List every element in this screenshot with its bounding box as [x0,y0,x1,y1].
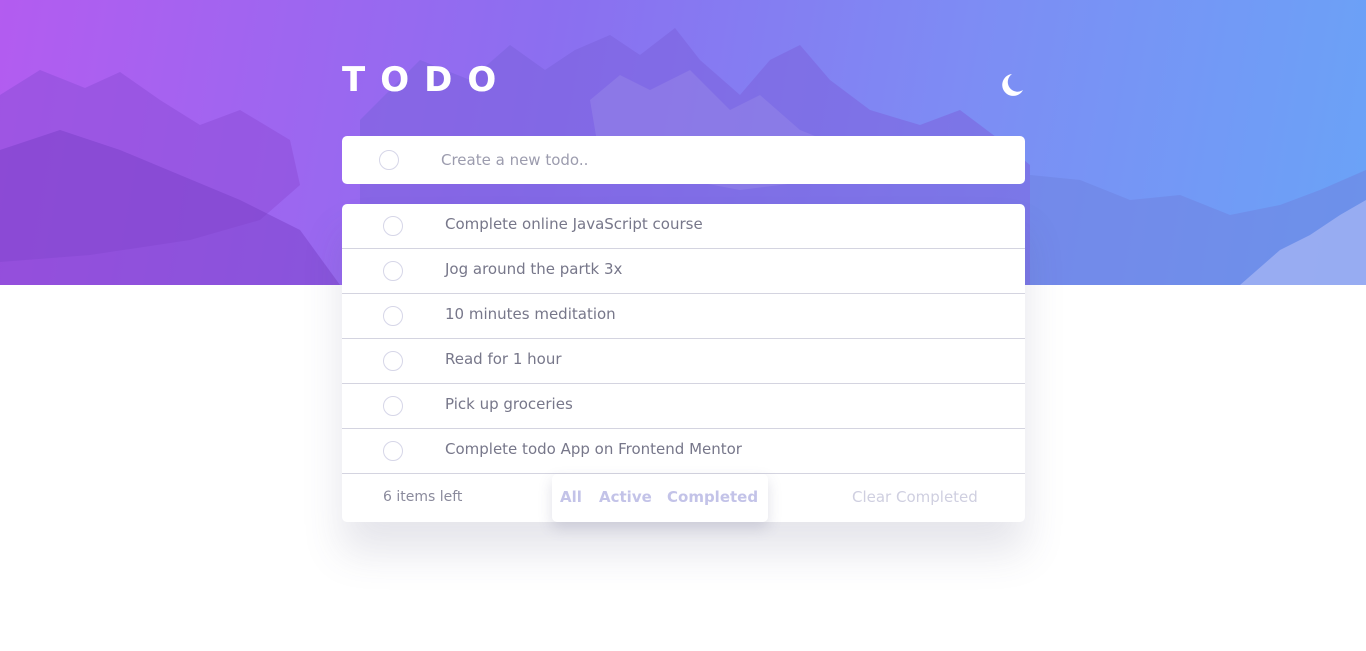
todo-text: Complete online JavaScript course [445,215,703,233]
filter-group: All Active Completed [552,474,768,522]
todo-text: Read for 1 hour [445,350,562,368]
todo-check-circle[interactable] [383,351,403,371]
todo-item[interactable]: Pick up groceries [342,384,1025,429]
todo-text: Jog around the partk 3x [445,260,623,278]
todo-text: 10 minutes meditation [445,305,616,323]
filter-all[interactable]: All [560,488,582,506]
new-todo-input[interactable] [441,148,981,172]
app-title: TODO [342,60,512,100]
todo-check-circle[interactable] [383,216,403,236]
todo-check-circle[interactable] [383,261,403,281]
todo-item[interactable]: Complete online JavaScript course [342,204,1025,249]
clear-completed-button[interactable]: Clear Completed [852,488,978,506]
todo-item[interactable]: Complete todo App on Frontend Mentor [342,429,1025,474]
todo-list: Complete online JavaScript course Jog ar… [342,204,1025,522]
todo-check-circle[interactable] [383,441,403,461]
todo-text: Pick up groceries [445,395,573,413]
theme-toggle-button[interactable] [996,70,1026,100]
todo-footer: 6 items left All Active Completed Clear … [342,474,1025,522]
new-todo-bar [342,136,1025,184]
filter-active[interactable]: Active [599,488,652,506]
moon-icon [1002,74,1023,96]
todo-check-circle[interactable] [383,306,403,326]
filter-completed[interactable]: Completed [667,488,758,506]
todo-item[interactable]: Read for 1 hour [342,339,1025,384]
items-left-count: 6 items left [383,489,463,505]
todo-item[interactable]: Jog around the partk 3x [342,249,1025,294]
todo-check-circle[interactable] [383,396,403,416]
new-todo-check-circle[interactable] [379,150,399,170]
todo-item[interactable]: 10 minutes meditation [342,294,1025,339]
todo-text: Complete todo App on Frontend Mentor [445,440,742,458]
